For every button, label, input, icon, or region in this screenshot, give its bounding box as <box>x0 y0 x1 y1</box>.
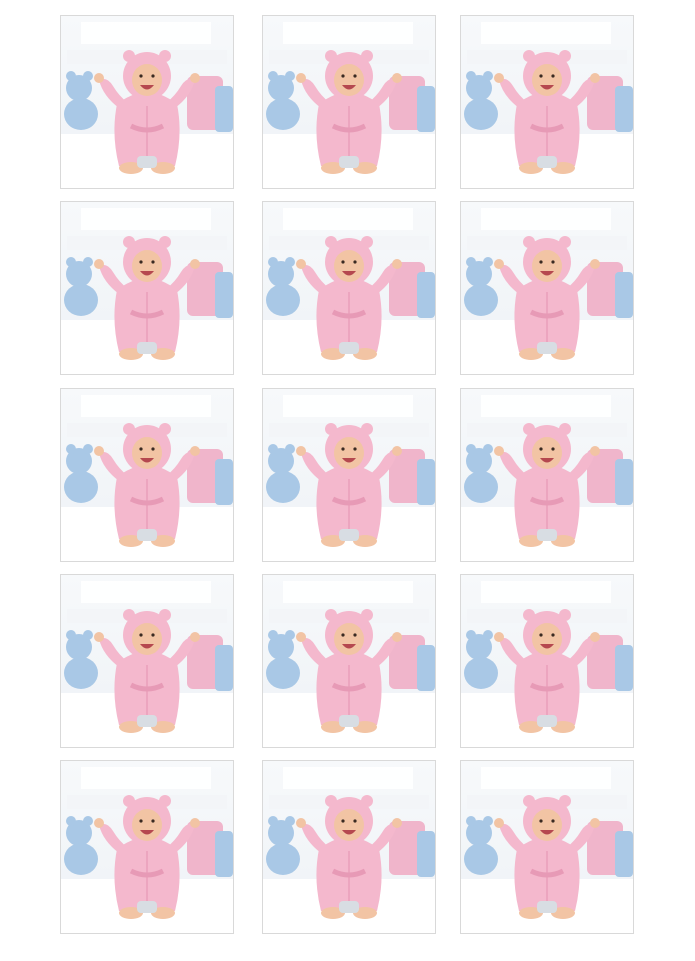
photo-tile <box>60 388 234 562</box>
photo-tile <box>460 388 634 562</box>
photo-tile <box>460 201 634 375</box>
photo-tile <box>262 15 436 189</box>
photo-tile <box>460 760 634 934</box>
photo-tile <box>262 201 436 375</box>
baby-photo <box>461 761 633 933</box>
photo-tile <box>60 201 234 375</box>
baby-photo <box>61 202 233 374</box>
photo-tile <box>262 574 436 748</box>
baby-photo <box>263 16 435 188</box>
photo-tile <box>60 574 234 748</box>
baby-photo <box>263 389 435 561</box>
photo-tile <box>262 388 436 562</box>
photo-tile <box>262 760 436 934</box>
photo-print-sheet <box>0 0 695 961</box>
baby-photo <box>61 16 233 188</box>
photo-tile <box>460 574 634 748</box>
baby-photo <box>461 575 633 747</box>
baby-photo <box>61 389 233 561</box>
baby-photo <box>263 202 435 374</box>
photo-tile <box>60 760 234 934</box>
baby-photo <box>461 16 633 188</box>
baby-photo <box>61 575 233 747</box>
baby-photo <box>461 389 633 561</box>
photo-tile <box>60 15 234 189</box>
baby-photo <box>263 575 435 747</box>
baby-photo <box>263 761 435 933</box>
baby-photo <box>61 761 233 933</box>
photo-tile <box>460 15 634 189</box>
baby-photo <box>461 202 633 374</box>
